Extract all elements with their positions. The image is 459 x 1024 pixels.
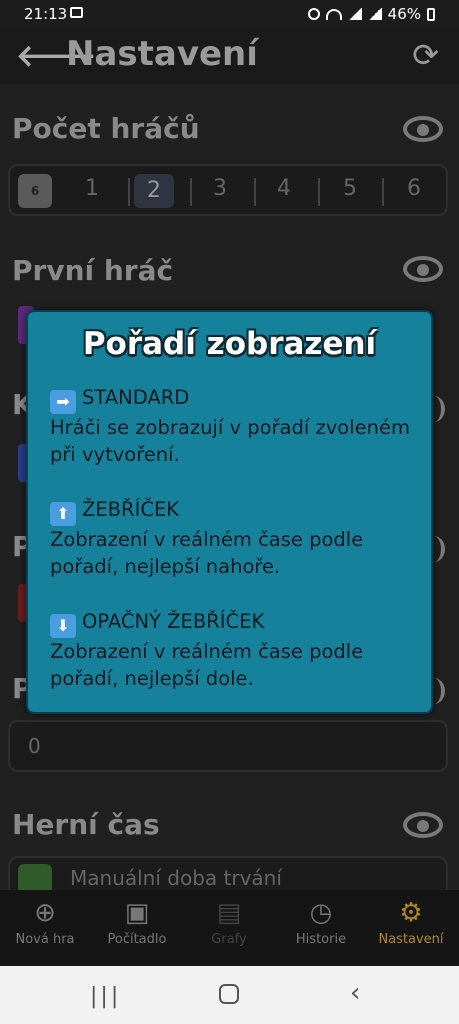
display-order-dialog: Pořadí zobrazení ➡ STANDARD Hráči se zobr… xyxy=(26,310,433,714)
section-title-players-count: Počet hráčů xyxy=(12,112,200,145)
divider xyxy=(254,178,256,206)
wifi-icon xyxy=(325,8,342,20)
option-description: Zobrazení v reálném čase podle pořadí, n… xyxy=(50,640,364,690)
recent-apps-icon[interactable]: ||| xyxy=(90,984,121,1009)
add-player-badge: 6 xyxy=(30,184,40,198)
counter-icon: ▣ xyxy=(124,898,150,928)
chart-icon: ▤ xyxy=(216,898,242,928)
gallery-notification-icon xyxy=(70,7,83,18)
nav-new-game[interactable]: ⊕ Nová hra xyxy=(0,898,90,947)
gear-icon: ⚙ xyxy=(399,898,423,928)
system-navigation-bar: ||| ‹ xyxy=(0,966,459,1024)
players-option-3[interactable]: 3 xyxy=(200,176,240,201)
option-description: Hráči se zobrazují v pořadí zvoleném při… xyxy=(50,416,410,466)
nav-label: Počítadlo xyxy=(107,932,167,947)
up-arrow-icon: ⬆ xyxy=(50,502,76,526)
players-option-6[interactable]: 6 xyxy=(394,176,434,201)
players-count-selector: 6 1 2 3 4 5 6 xyxy=(8,164,448,216)
divider xyxy=(190,178,192,206)
right-arrow-icon: ➡ xyxy=(50,390,76,414)
signal-icon xyxy=(347,8,362,20)
eye-icon[interactable] xyxy=(403,116,443,142)
battery-percent: 46% xyxy=(387,5,421,23)
nav-label: Historie xyxy=(295,932,347,947)
dialog-title: Pořadí zobrazení xyxy=(82,326,377,362)
option-leaderboard: ⬆ ŽEBŘÍČEK Zobrazení v reálném čase podle… xyxy=(50,496,420,580)
nav-history[interactable]: ◷ Historie xyxy=(276,898,366,947)
players-option-1[interactable]: 1 xyxy=(72,176,112,201)
section-title-first-player: První hráč xyxy=(12,254,174,287)
eye-icon[interactable] xyxy=(403,256,443,282)
page-title: Nastavení xyxy=(66,34,258,74)
home-icon[interactable] xyxy=(219,984,239,1004)
players-option-4[interactable]: 4 xyxy=(264,176,304,201)
option-name: STANDARD xyxy=(82,386,190,409)
option-name: ŽEBŘÍČEK xyxy=(82,498,180,521)
down-arrow-icon: ⬇ xyxy=(50,614,76,638)
players-option-2[interactable]: 2 xyxy=(134,174,174,208)
plus-circle-icon: ⊕ xyxy=(34,898,56,928)
option-name: OPAČNÝ ŽEBŘÍČEK xyxy=(82,610,265,633)
status-bar: 21:13 46% xyxy=(0,0,459,28)
divider xyxy=(382,178,384,206)
bottom-navigation: ⊕ Nová hra ▣ Počítadlo ▤ Grafy ◷ Histori… xyxy=(0,890,459,966)
divider xyxy=(318,178,320,206)
status-time: 21:13 xyxy=(24,5,68,23)
alarm-icon xyxy=(307,8,320,20)
nav-label: Nová hra xyxy=(15,932,75,947)
divider xyxy=(128,178,130,206)
clock-icon: ◷ xyxy=(309,898,333,928)
option-standard: ➡ STANDARD Hráči se zobrazují v pořadí zv… xyxy=(50,384,420,468)
nav-counter[interactable]: ▣ Počítadlo xyxy=(92,898,182,947)
players-option-5[interactable]: 5 xyxy=(330,176,370,201)
game-time-value: Manuální doba trvání xyxy=(70,866,282,890)
score-input[interactable]: 0 xyxy=(8,720,448,772)
refresh-icon[interactable]: ⟳ xyxy=(412,36,439,74)
nav-settings[interactable]: ⚙ Nastavení xyxy=(366,898,456,947)
add-player-icon: 6 xyxy=(18,174,52,208)
score-input-value: 0 xyxy=(28,734,41,758)
nav-label: Grafy xyxy=(211,932,247,947)
nav-label: Nastavení xyxy=(378,932,444,947)
nav-charts[interactable]: ▤ Grafy xyxy=(184,898,274,947)
eye-icon[interactable] xyxy=(403,812,443,838)
section-title-game-time: Herní čas xyxy=(12,808,160,841)
signal-icon-2 xyxy=(367,8,382,20)
app-bar: 🡐 Nastavení ⟳ xyxy=(0,28,459,84)
battery-icon xyxy=(427,7,435,21)
status-right: 46% xyxy=(307,5,435,23)
option-reverse-leaderboard: ⬇ OPAČNÝ ŽEBŘÍČEK Zobrazení v reálném čas… xyxy=(50,608,420,692)
system-back-icon[interactable]: ‹ xyxy=(350,978,360,1008)
option-description: Zobrazení v reálném čase podle pořadí, n… xyxy=(50,528,364,578)
